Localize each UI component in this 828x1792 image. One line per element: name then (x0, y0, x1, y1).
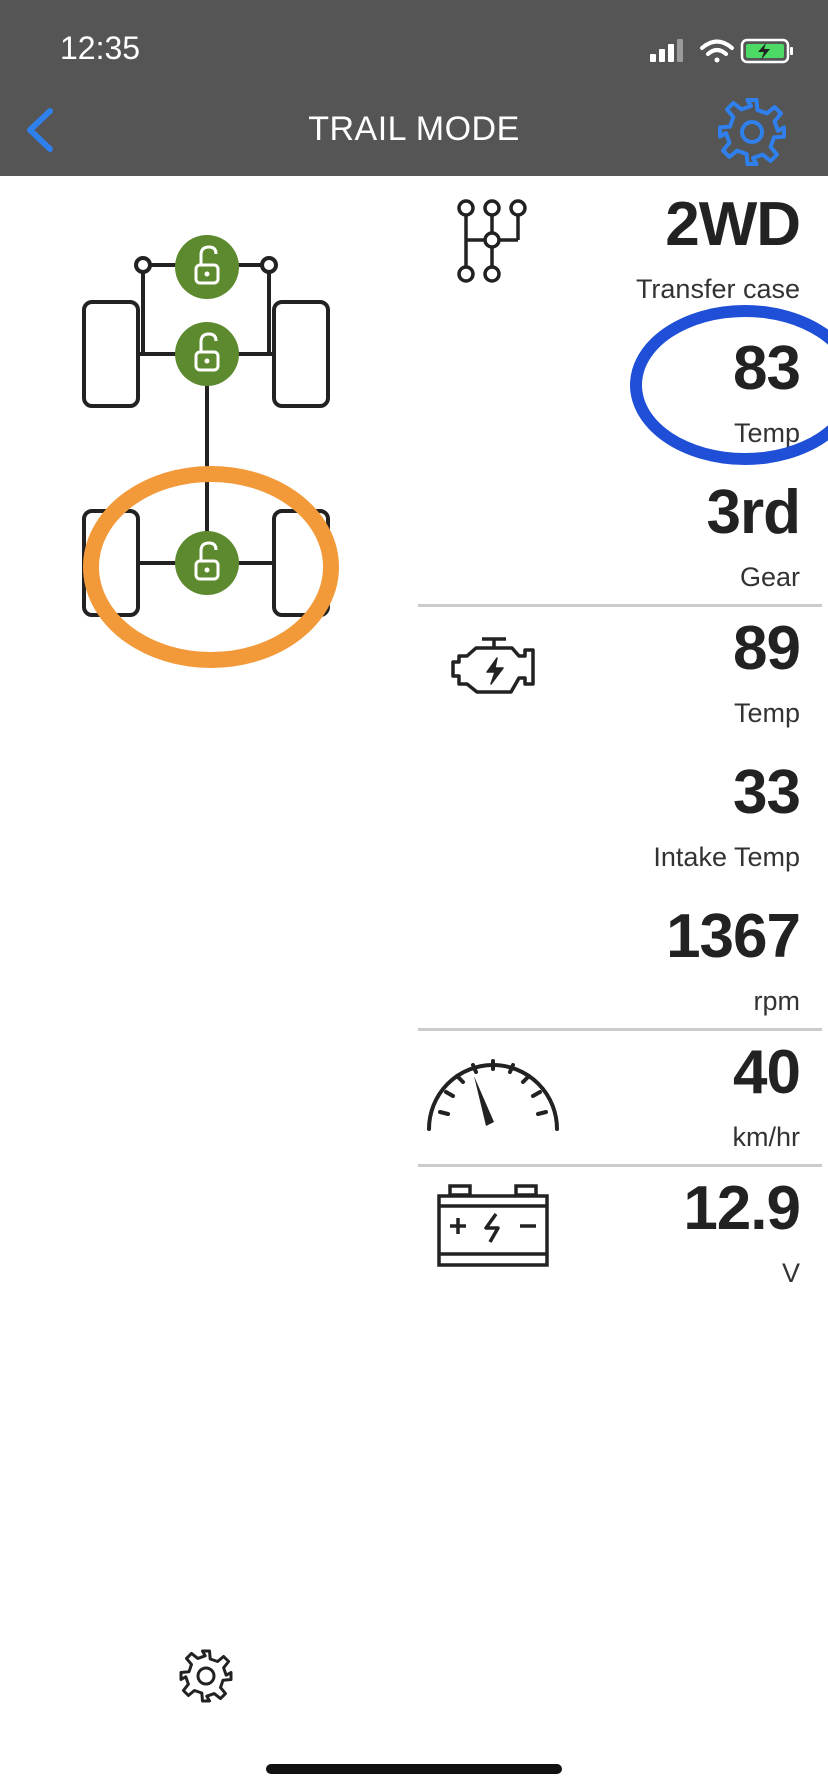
speedometer-needle (474, 1076, 494, 1126)
status-time: 12:35 (60, 30, 141, 66)
blue-highlight-ring (630, 305, 828, 465)
engine-temp-label: Temp (733, 698, 800, 728)
rpm-label: rpm (753, 986, 801, 1016)
intake-temp-value: 33 (733, 758, 801, 827)
intake-temp-label: Intake Temp (653, 842, 800, 872)
speed-value: 40 (733, 1038, 801, 1107)
engine-temp-value: 89 (733, 614, 801, 683)
gear-shifter-icon (457, 199, 527, 283)
pivot-point (134, 256, 152, 274)
gear-label: Gear (739, 562, 800, 592)
pivot-point (260, 256, 278, 274)
front-top-lock-button[interactable] (175, 235, 239, 299)
battery-voltage-unit: V (781, 1258, 800, 1288)
gear-icon (718, 98, 786, 166)
transfer-case-label: Transfer case (635, 274, 800, 304)
navigation-bar: 12:35 TRAIL MODE (0, 0, 828, 176)
drivetrain-diagram (82, 235, 339, 668)
speedometer-icon (427, 1059, 559, 1131)
home-indicator[interactable] (266, 1764, 562, 1774)
divider (418, 604, 822, 607)
gear-value: 3rd (706, 478, 801, 547)
divider (418, 1028, 822, 1031)
wifi-icon (700, 39, 734, 63)
signal-icon (650, 39, 683, 62)
battery-voltage-value: 12.9 (683, 1174, 801, 1243)
rpm-value: 1367 (666, 902, 801, 971)
status-icons (650, 38, 793, 64)
battery-voltage-icon (437, 1184, 549, 1267)
bottom-settings-button[interactable] (178, 1648, 234, 1704)
front-left-wheel (82, 300, 140, 408)
engine-icon (451, 637, 535, 694)
divider (418, 1164, 822, 1167)
speed-unit-label: km/hr (732, 1122, 801, 1152)
rear-axle-lock-button[interactable] (175, 531, 239, 595)
front-axle-lock-button[interactable] (175, 322, 239, 386)
settings-button[interactable] (716, 96, 788, 168)
battery-icon (740, 38, 793, 64)
transfer-case-value: 2WD (665, 190, 801, 259)
page-title: TRAIL MODE (308, 110, 520, 148)
gear-icon (179, 1649, 233, 1703)
front-right-wheel (272, 300, 330, 408)
